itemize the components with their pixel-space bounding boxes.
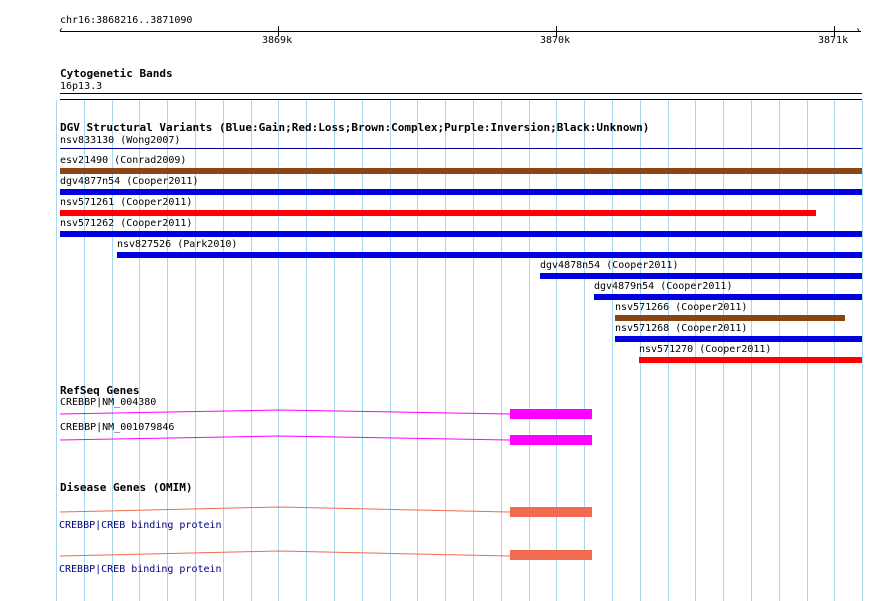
omim-exon[interactable] — [510, 550, 592, 560]
omim-intron[interactable] — [0, 0, 890, 601]
omim-label[interactable]: CREBBP|CREB binding protein — [59, 564, 222, 576]
genome-browser-panel: chr16:3868216..3871090 ‹ › 3869k 3870k 3… — [0, 0, 890, 601]
